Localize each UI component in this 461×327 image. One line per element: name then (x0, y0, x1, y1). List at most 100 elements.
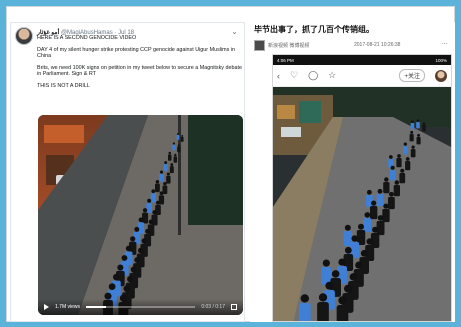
avatar[interactable] (254, 40, 265, 51)
person-head (360, 249, 368, 257)
person-head (148, 219, 154, 225)
person-head (168, 151, 172, 155)
person-head (174, 153, 177, 157)
person-figure (173, 156, 178, 163)
tweet-video[interactable]: 1.7M views 0:03 / 0:17 (38, 115, 243, 315)
person-figure (376, 221, 385, 236)
star-icon[interactable]: ☆ (328, 70, 336, 81)
person-head (366, 238, 373, 245)
more-icon[interactable]: ⋯ (441, 40, 448, 48)
person-head (377, 215, 384, 221)
person-head (318, 293, 328, 302)
person-head (344, 224, 351, 231)
person-head (151, 189, 156, 194)
person-figure (167, 154, 172, 161)
person-head (141, 238, 147, 244)
tweet-line: HERE IS A SECOND GENOCIDE VIDEO (37, 35, 137, 41)
person-figure (387, 197, 395, 210)
person-figure (176, 135, 180, 140)
video-controls: 1.7M views 0:03 / 0:17 (38, 299, 243, 315)
weibo-username[interactable]: 新浪视频 微博视频 (268, 42, 309, 49)
person-head (300, 294, 309, 303)
fullscreen-icon[interactable] (231, 304, 237, 310)
person-head (394, 180, 400, 185)
person-figure (155, 183, 160, 193)
person-head (377, 188, 383, 194)
person-head (338, 258, 346, 266)
person-head (384, 177, 389, 182)
phone-video[interactable] (273, 87, 451, 321)
play-icon[interactable] (44, 304, 49, 310)
person-head (137, 247, 144, 254)
person-figure (409, 134, 414, 142)
person-head (134, 226, 140, 232)
phone-screenshot: 4:06 PM 100% ‹ ♡ ◯ ☆ +关注 (272, 54, 452, 322)
person-head (364, 212, 371, 218)
person-figure (416, 137, 421, 145)
person-head (343, 284, 352, 293)
person-figure (317, 302, 329, 321)
person-head (390, 165, 395, 170)
person-head (389, 155, 393, 159)
person-head (152, 210, 157, 215)
person-head (351, 235, 358, 242)
person-head (166, 172, 170, 176)
person-head (130, 266, 137, 273)
person-head (159, 170, 164, 174)
person-head (388, 191, 394, 197)
weibo-user-row: 新浪视频 微博视频 2017-08-21 10:26:38 ⋯ (254, 40, 454, 52)
person-head (123, 285, 131, 292)
person-figure (389, 170, 396, 181)
avatar[interactable] (15, 27, 33, 45)
comment-icon[interactable]: ◯ (308, 70, 318, 81)
person-head (117, 264, 124, 271)
person-figure (393, 185, 400, 197)
person-head (357, 223, 365, 230)
heart-icon[interactable]: ♡ (290, 70, 298, 81)
person-head (170, 163, 174, 166)
person-figure (363, 218, 372, 233)
person-figure (422, 125, 426, 132)
person-head (338, 296, 347, 305)
person-head (108, 283, 116, 290)
video-views: 1.7M views (55, 304, 81, 310)
follow-button[interactable]: +关注 (399, 69, 425, 82)
person-head (177, 144, 180, 147)
video-time: 0:03 / 0:17 (201, 304, 225, 310)
status-bar: 4:06 PM 100% (273, 55, 451, 65)
person-figure (172, 144, 176, 151)
person-head (142, 208, 148, 213)
person-head (164, 161, 168, 164)
person-figure (180, 137, 184, 142)
video-progress-fill (86, 306, 106, 308)
person-figure (163, 164, 168, 172)
person-head (422, 122, 426, 125)
person-head (125, 245, 132, 252)
back-icon[interactable]: ‹ (277, 71, 280, 81)
phone-video-frame (273, 87, 451, 321)
person-figure (399, 173, 406, 184)
person-head (322, 259, 330, 267)
person-figure (405, 161, 411, 171)
person-figure (336, 305, 349, 321)
person-head (372, 226, 379, 233)
person-figure (369, 206, 378, 220)
person-head (121, 255, 128, 261)
person-head (325, 281, 334, 290)
person-head (349, 273, 358, 281)
person-figure (177, 146, 181, 153)
person-figure (396, 158, 402, 168)
avatar[interactable] (435, 69, 447, 82)
video-progress[interactable] (86, 306, 196, 308)
person-head (416, 119, 420, 122)
person-head (181, 134, 184, 137)
person-head (331, 270, 340, 278)
person-figure (402, 146, 408, 155)
person-head (410, 130, 414, 134)
status-battery: 100% (435, 57, 447, 63)
person-figure (376, 194, 384, 207)
person-figure (383, 182, 390, 194)
person-head (400, 168, 405, 173)
person-figure (382, 209, 390, 223)
weibo-time: 2017-08-21 10:26:38 (354, 42, 401, 48)
